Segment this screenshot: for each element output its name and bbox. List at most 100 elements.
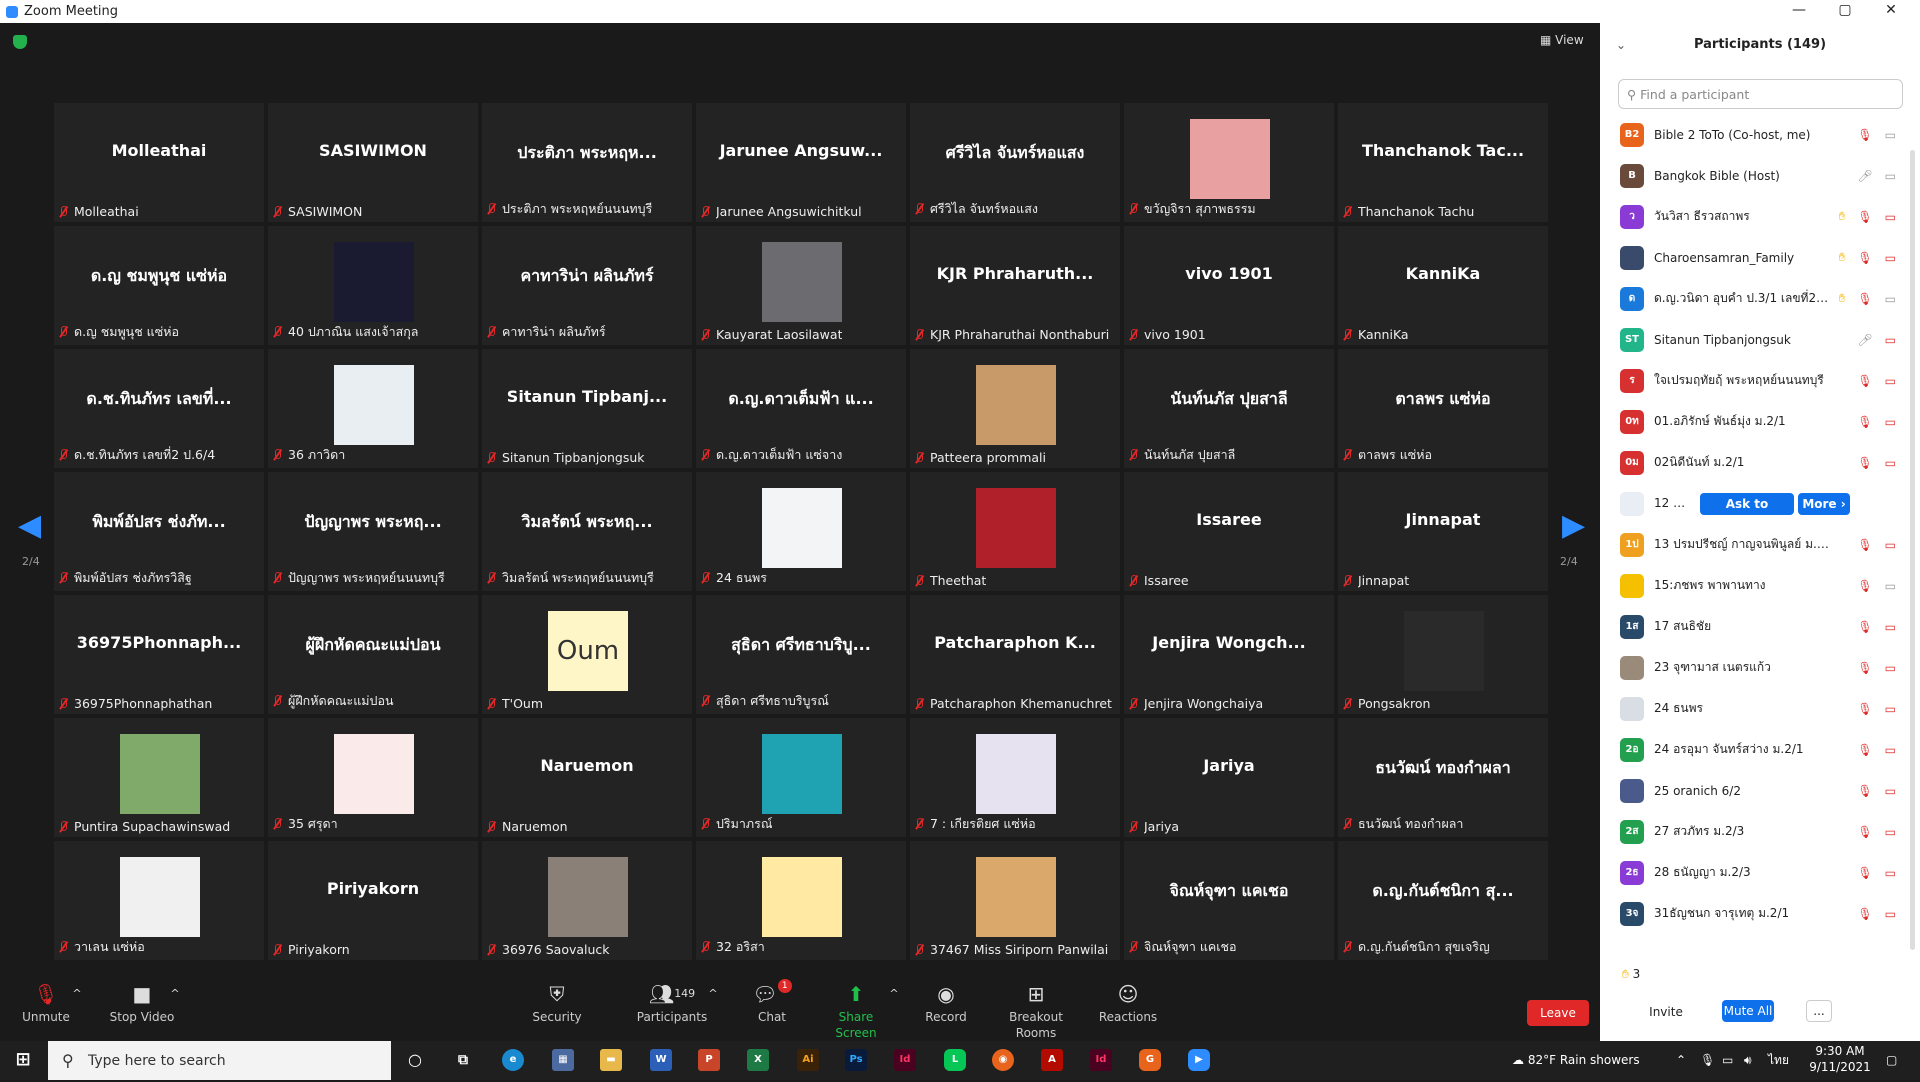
video-tile[interactable]: Theethat bbox=[910, 472, 1120, 591]
participant-row[interactable]: 25 oranich 6/2 🎙︎ ▭ bbox=[1600, 770, 1900, 811]
edge-browser-icon[interactable]: e bbox=[502, 1049, 524, 1071]
video-tile[interactable]: ด.ญ.ดาวเต็มฟ้า แ... ด.ญ.ดาวเต็มฟ้า แซ่จาง bbox=[696, 349, 906, 468]
zoom-taskbar-icon[interactable]: ▶ bbox=[1188, 1049, 1210, 1071]
calculator-icon[interactable]: ▦ bbox=[552, 1049, 574, 1071]
mic-icon[interactable]: 🎤︎ bbox=[1857, 169, 1872, 183]
video-tile[interactable]: Thanchanok Tac... Thanchanok Tachu bbox=[1338, 103, 1548, 222]
network-icon[interactable]: ▭ bbox=[1722, 1041, 1733, 1080]
participant-row[interactable]: B Bangkok Bible (Host) 🎤︎ ▭ bbox=[1600, 155, 1900, 196]
view-button[interactable]: ▦ View bbox=[1540, 33, 1584, 47]
participant-row[interactable]: 12 ณิชา... Ask to UnmuteMore › bbox=[1600, 483, 1900, 533]
participants-button[interactable]: 👥︎149 Participants bbox=[630, 979, 714, 1041]
mic-muted-icon[interactable]: 🎙︎ bbox=[1857, 784, 1872, 798]
mic-muted-icon[interactable]: 🎙︎ bbox=[1857, 128, 1872, 142]
share-screen-button[interactable]: ⬆ Share Screen bbox=[818, 979, 894, 1041]
tray-chevron-icon[interactable]: ⌃ bbox=[1676, 1041, 1686, 1080]
participant-row[interactable]: 2อ 24 อรอุมา จันทร์สว่าง ม.2/1 🎙︎ ▭ bbox=[1600, 729, 1900, 770]
video-tile[interactable]: 32 อริสา bbox=[696, 841, 906, 960]
video-tile[interactable]: ปัญญาพร พระหฤ... ปัญญาพร พระหฤหย์นนนทบุรี bbox=[268, 472, 478, 591]
taskbar-search-input[interactable]: ⚲ Type here to search bbox=[48, 1041, 391, 1080]
participant-row[interactable]: 15:ภชพร พาพานทาง 🎙︎ ▭ bbox=[1600, 565, 1900, 606]
video-tile[interactable]: 7 : เกียรติยศ แซ่ห่อ bbox=[910, 718, 1120, 837]
participant-row[interactable]: 2ส 27 สวภัทร ม.2/3 🎙︎ ▭ bbox=[1600, 811, 1900, 852]
mic-muted-icon[interactable]: 🎙︎ bbox=[1857, 292, 1872, 306]
mic-muted-icon[interactable]: 🎙︎ bbox=[1857, 620, 1872, 634]
video-tile[interactable]: Jenjira Wongch... Jenjira Wongchaiya bbox=[1124, 595, 1334, 714]
volume-icon[interactable]: 🔊︎ bbox=[1744, 1041, 1752, 1080]
video-tile[interactable]: Sitanun Tipbanj... Sitanun Tipbanjongsuk bbox=[482, 349, 692, 468]
video-tile[interactable]: นันท์นภัส ปุยสาลี นันท์นภัส ปุยสาลี bbox=[1124, 349, 1334, 468]
video-tile[interactable]: ตาลพร แซ่ห่อ ตาลพร แซ่ห่อ bbox=[1338, 349, 1548, 468]
participant-row[interactable]: ST Sitanun Tipbanjongsuk 🎤︎ ▭ bbox=[1600, 319, 1900, 360]
video-tile[interactable]: Kauyarat Laosilawat bbox=[696, 226, 906, 345]
participant-row[interactable]: 24 ธนพร 🎙︎ ▭ bbox=[1600, 688, 1900, 729]
participant-row[interactable]: 2ธ 28 ธนัญญา ม.2/3 🎙︎ ▭ bbox=[1600, 852, 1900, 893]
video-tile[interactable]: Issaree Issaree bbox=[1124, 472, 1334, 591]
close-button[interactable]: ✕ bbox=[1868, 0, 1914, 23]
participant-row[interactable]: ด ด.ญ.วนิดา อุบคำ ป.3/1 เลขที่22... ✋︎ 🎙︎ ▭ bbox=[1600, 278, 1900, 319]
mic-muted-icon[interactable]: 🎙︎ bbox=[1857, 251, 1872, 265]
chat-button[interactable]: 💬︎ 1 Chat bbox=[752, 979, 792, 1041]
photoshop-icon[interactable]: Ps bbox=[845, 1049, 867, 1071]
mic-muted-icon[interactable]: 🎙︎ bbox=[1857, 907, 1872, 921]
record-button[interactable]: ◉ Record bbox=[922, 979, 970, 1041]
mic-muted-icon[interactable]: 🎙︎ bbox=[1857, 456, 1872, 470]
video-tile[interactable]: 35 ศรุดา bbox=[268, 718, 478, 837]
firefox-icon[interactable]: ◉ bbox=[992, 1049, 1014, 1071]
maximize-button[interactable]: ▢ bbox=[1822, 0, 1868, 23]
video-tile[interactable]: 24 ธนพร bbox=[696, 472, 906, 591]
video-tile[interactable]: KanniKa KanniKa bbox=[1338, 226, 1548, 345]
cortana-icon[interactable]: ○ bbox=[404, 1049, 426, 1071]
breakout-rooms-button[interactable]: ⊞ Breakout Rooms bbox=[988, 979, 1084, 1041]
video-options-chevron-icon[interactable]: ^ bbox=[168, 979, 182, 1041]
participant-row[interactable]: 23 จุฑามาส เนตรแก้ว 🎙︎ ▭ bbox=[1600, 647, 1900, 688]
illustrator-icon[interactable]: Ai bbox=[797, 1049, 819, 1071]
participants-chevron-icon[interactable]: ^ bbox=[706, 979, 720, 1041]
next-page-arrow-icon[interactable]: ▶ bbox=[1562, 511, 1585, 541]
mic-muted-icon[interactable]: 🎙︎ bbox=[1857, 210, 1872, 224]
unmute-button[interactable]: 🎙︎ Unmute bbox=[18, 979, 74, 1041]
mic-muted-icon[interactable]: 🎙︎ bbox=[1857, 825, 1872, 839]
video-tile[interactable]: KJR Phraharuth... KJR Phraharuthai Nontha… bbox=[910, 226, 1120, 345]
windows-start-icon[interactable]: ⊞ bbox=[12, 1050, 34, 1072]
video-tile[interactable]: 36975Phonnaph... 36975Phonnaphathan bbox=[54, 595, 264, 714]
video-tile[interactable]: Jariya Jariya bbox=[1124, 718, 1334, 837]
participant-row[interactable]: B2 Bible 2 ToTo (Co-host, me) 🎙︎ ▭ bbox=[1600, 114, 1900, 155]
video-tile[interactable]: พิมพ์อัปสร ช่งภัท... พิมพ์อัปสร ช่งภัทรวิ… bbox=[54, 472, 264, 591]
find-participant-input[interactable]: ⚲ Find a participant bbox=[1618, 79, 1903, 109]
video-tile[interactable]: วิมลรัตน์ พระหฤ... วิมลรัตน์ พระหฤหย์นนนท… bbox=[482, 472, 692, 591]
video-tile[interactable]: Molleathai Molleathai bbox=[54, 103, 264, 222]
prev-page-arrow-icon[interactable]: ◀ bbox=[18, 511, 41, 541]
reactions-button[interactable]: ☺ Reactions bbox=[1098, 979, 1158, 1041]
mic-muted-icon[interactable]: 🎙︎ bbox=[1857, 866, 1872, 880]
tray-mic-icon[interactable]: 🎙︎ bbox=[1700, 1041, 1715, 1080]
participant-row[interactable]: 1ส 17 สนธิชัย 🎙︎ ▭ bbox=[1600, 606, 1900, 647]
participant-row[interactable]: 0ท 01.อภิรักษ์ พันธ์มุ่ง ม.2/1 🎙︎ ▭ bbox=[1600, 401, 1900, 442]
participant-row[interactable]: 0ม 02นิดีนันท์ ม.2/1 🎙︎ ▭ bbox=[1600, 442, 1900, 483]
video-tile[interactable]: ประติภา พระหฤห... ประติภา พระหฤหย์นนนทบุร… bbox=[482, 103, 692, 222]
participant-list-scrollbar[interactable] bbox=[1910, 150, 1915, 950]
audio-options-chevron-icon[interactable]: ^ bbox=[70, 979, 84, 1041]
mic-muted-icon[interactable]: 🎙︎ bbox=[1857, 374, 1872, 388]
video-tile[interactable]: Pongsakron bbox=[1338, 595, 1548, 714]
video-tile[interactable]: ด.ญ.กันต์ชนิกา สุ... ด.ญ.กันต์ชนิกา สุขเจ… bbox=[1338, 841, 1548, 960]
video-tile[interactable]: Puntira Supachawinswad bbox=[54, 718, 264, 837]
file-explorer-icon[interactable]: ▬ bbox=[600, 1049, 622, 1071]
video-tile[interactable]: Jinnapat Jinnapat bbox=[1338, 472, 1548, 591]
video-tile[interactable]: 37467 Miss Siriporn Panwilai bbox=[910, 841, 1120, 960]
video-tile[interactable]: ธนวัฒน์ ทองกำผลา ธนวัฒน์ ทองกำผลา bbox=[1338, 718, 1548, 837]
video-tile[interactable]: วาเลน แซ่ห่อ bbox=[54, 841, 264, 960]
video-tile[interactable]: 36976 Saovaluck bbox=[482, 841, 692, 960]
leave-button[interactable]: Leave bbox=[1527, 1000, 1589, 1026]
participant-row[interactable]: ร ใจเปรมฤทัยฤ้ พระหฤหย์นนนทบุรี 🎙︎ ▭ bbox=[1600, 360, 1900, 401]
video-tile[interactable]: 36 ภาวิดา bbox=[268, 349, 478, 468]
more-options-button[interactable]: ... bbox=[1806, 1000, 1832, 1022]
video-tile[interactable]: ด.ญ ชมพูนุช แซ่ห่อ ด.ญ ชมพูนุช แซ่ห่อ bbox=[54, 226, 264, 345]
encryption-shield-icon[interactable] bbox=[13, 35, 27, 49]
excel-icon[interactable]: X bbox=[747, 1049, 769, 1071]
video-tile[interactable]: ปริมาภรณ์ bbox=[696, 718, 906, 837]
video-tile[interactable]: Piriyakorn Piriyakorn bbox=[268, 841, 478, 960]
weather-widget[interactable]: ☁ 82°F Rain showers bbox=[1512, 1041, 1640, 1080]
powerpoint-icon[interactable]: P bbox=[698, 1049, 720, 1071]
word-icon[interactable]: W bbox=[650, 1049, 672, 1071]
